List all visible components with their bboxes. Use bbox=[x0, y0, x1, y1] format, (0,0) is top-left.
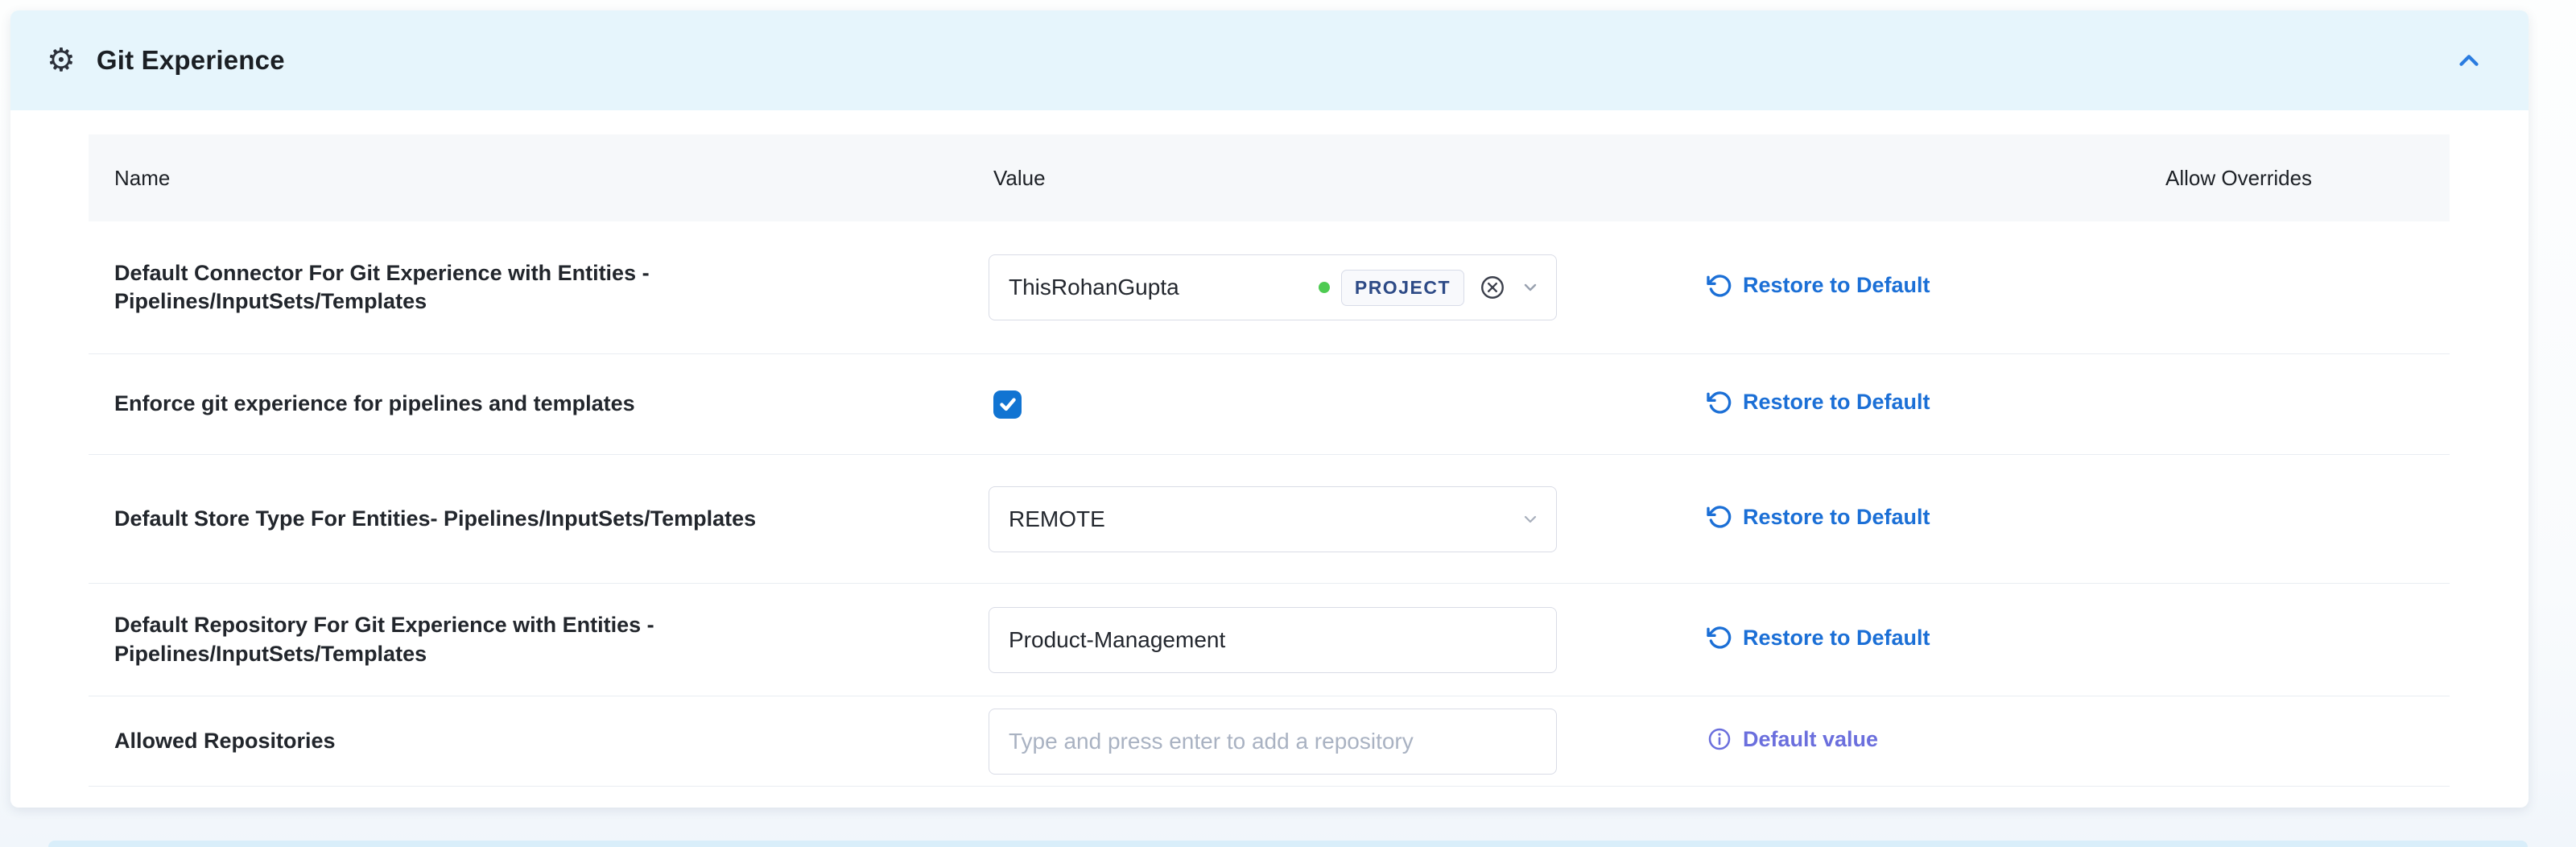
enforce-checkbox[interactable] bbox=[993, 390, 1022, 419]
table-row: Enforce git experience for pipelines and… bbox=[89, 354, 2450, 455]
next-section-peek[interactable] bbox=[48, 841, 2528, 847]
default-value-indicator[interactable]: Default value bbox=[1707, 726, 1878, 752]
setting-label: Default Store Type For Entities- Pipelin… bbox=[89, 505, 989, 533]
setting-label: Default Connector For Git Experience wit… bbox=[89, 259, 989, 316]
git-experience-panel: ⚙ Git Experience Name Value Allow Overri… bbox=[10, 10, 2529, 808]
chevron-down-icon[interactable] bbox=[1521, 278, 1540, 297]
restore-default-button[interactable]: Restore to Default bbox=[1707, 504, 1930, 530]
column-header-name: Name bbox=[89, 166, 989, 191]
gear-icon: ⚙ bbox=[47, 44, 76, 76]
restore-icon bbox=[1707, 625, 1732, 651]
info-icon bbox=[1707, 726, 1732, 752]
restore-default-button[interactable]: Restore to Default bbox=[1707, 625, 1930, 651]
table-header-row: Name Value Allow Overrides bbox=[89, 134, 2450, 221]
connector-status-dot bbox=[1319, 282, 1330, 293]
column-header-allow-overrides: Allow Overrides bbox=[2165, 166, 2450, 191]
collapse-button[interactable] bbox=[2451, 43, 2487, 78]
settings-table: Name Value Allow Overrides Default Conne… bbox=[89, 134, 2450, 787]
setting-label: Default Repository For Git Experience wi… bbox=[89, 611, 989, 667]
table-row: Allowed Repositories Default value bbox=[89, 696, 2450, 787]
restore-icon bbox=[1707, 273, 1732, 299]
restore-icon bbox=[1707, 504, 1732, 530]
connector-select[interactable]: ThisRohanGupta PROJECT bbox=[989, 254, 1557, 320]
setting-label: Enforce git experience for pipelines and… bbox=[89, 390, 989, 418]
select-value: REMOTE bbox=[1009, 506, 1105, 532]
restore-default-button[interactable]: Restore to Default bbox=[1707, 390, 1930, 415]
table-row: Default Repository For Git Experience wi… bbox=[89, 584, 2450, 696]
clear-circle-icon[interactable] bbox=[1479, 274, 1506, 301]
scope-badge: PROJECT bbox=[1341, 270, 1464, 306]
chevron-up-icon bbox=[2454, 45, 2484, 76]
chevron-down-icon[interactable] bbox=[1521, 510, 1540, 529]
repository-input[interactable] bbox=[989, 608, 1556, 672]
connector-value: ThisRohanGupta bbox=[1009, 275, 1179, 300]
restore-icon bbox=[1707, 390, 1732, 415]
accordion-header[interactable]: ⚙ Git Experience bbox=[10, 10, 2529, 110]
setting-label: Allowed Repositories bbox=[89, 727, 989, 755]
restore-default-button[interactable]: Restore to Default bbox=[1707, 273, 1930, 299]
table-row: Default Store Type For Entities- Pipelin… bbox=[89, 455, 2450, 584]
store-type-select[interactable]: REMOTE bbox=[989, 486, 1557, 552]
checkmark-icon bbox=[997, 394, 1018, 415]
column-header-value: Value bbox=[989, 166, 1699, 191]
allowed-repos-input[interactable] bbox=[989, 709, 1556, 774]
table-row: Default Connector For Git Experience wit… bbox=[89, 221, 2450, 354]
section-title: Git Experience bbox=[97, 45, 285, 76]
